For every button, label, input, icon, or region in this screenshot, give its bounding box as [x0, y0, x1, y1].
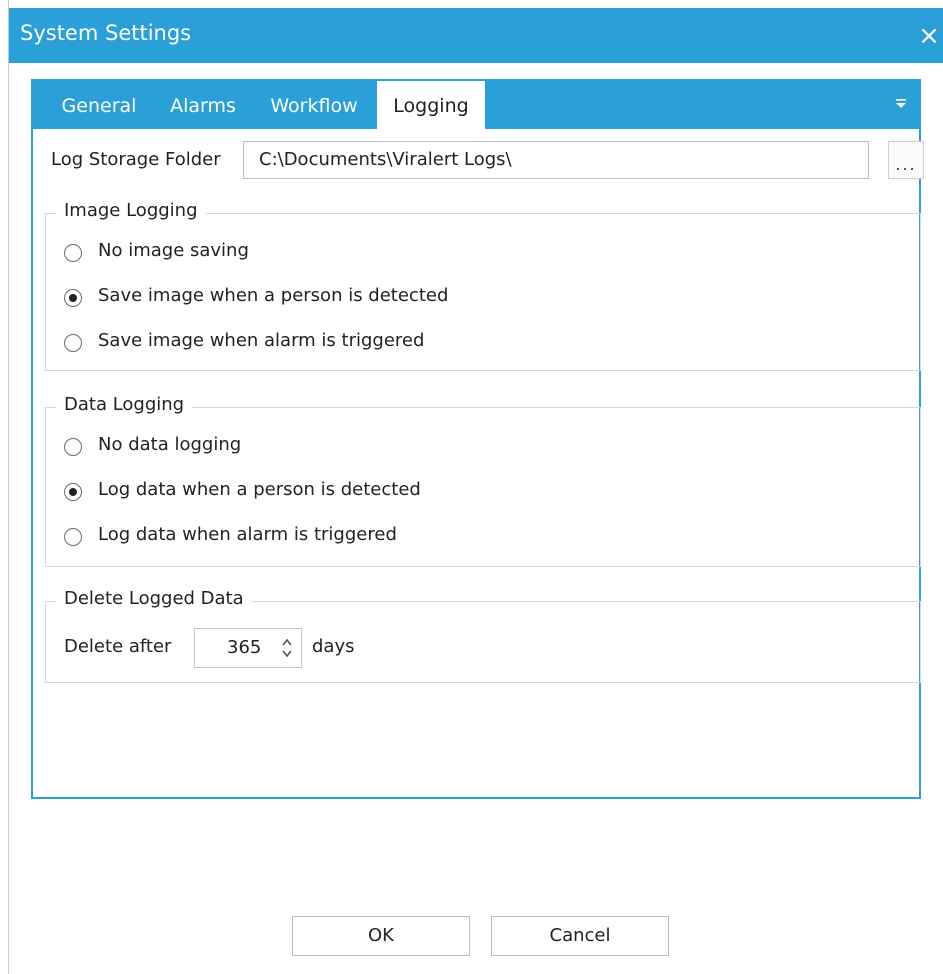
- window-title: System Settings: [20, 21, 192, 45]
- radio-label: Save image when alarm is triggered: [98, 330, 425, 351]
- stepper-arrows-icon[interactable]: [281, 635, 293, 661]
- tab-alarms[interactable]: Alarms: [155, 81, 251, 129]
- tab-control: General Alarms Workflow Logging Log Stor…: [31, 79, 924, 799]
- chevron-down-icon[interactable]: [893, 95, 909, 111]
- radio-button[interactable]: [64, 528, 82, 546]
- radio-label: No image saving: [98, 240, 249, 261]
- radio-selected-dot: [68, 293, 77, 302]
- image-logging-group: Image Logging No image saving Save image…: [45, 200, 921, 371]
- tab-strip: General Alarms Workflow Logging: [33, 81, 919, 129]
- tab-logging[interactable]: Logging: [377, 81, 485, 129]
- radio-button[interactable]: [64, 334, 82, 352]
- log-storage-label: Log Storage Folder: [51, 149, 221, 170]
- title-bar[interactable]: System Settings ×: [9, 8, 943, 63]
- tab-workflow[interactable]: Workflow: [251, 81, 377, 129]
- radio-button[interactable]: [64, 289, 82, 307]
- radio-button[interactable]: [64, 483, 82, 501]
- days-unit-label: days: [312, 636, 355, 657]
- settings-window: System Settings × General Alarms Workflo…: [8, 0, 943, 974]
- close-icon[interactable]: ×: [914, 16, 943, 56]
- delete-after-label: Delete after: [64, 636, 172, 657]
- cancel-button[interactable]: Cancel: [491, 916, 669, 956]
- radio-button[interactable]: [64, 438, 82, 456]
- radio-label: Log data when alarm is triggered: [98, 524, 397, 545]
- radio-label: Save image when a person is detected: [98, 285, 449, 306]
- radio-button[interactable]: [64, 244, 82, 262]
- radio-selected-dot: [68, 487, 77, 496]
- delete-days-value[interactable]: 365: [227, 637, 261, 658]
- delete-logged-data-group: Delete Logged Data Delete after 365 days: [45, 588, 921, 683]
- log-storage-path-input[interactable]: C:\Documents\Viralert Logs\: [243, 141, 869, 179]
- delete-days-stepper[interactable]: 365: [194, 628, 302, 668]
- image-logging-title: Image Logging: [56, 200, 206, 221]
- delete-logged-data-title: Delete Logged Data: [56, 588, 252, 609]
- browse-folder-button[interactable]: ...: [888, 141, 924, 179]
- radio-label: Log data when a person is detected: [98, 479, 421, 500]
- ok-button[interactable]: OK: [292, 916, 470, 956]
- data-logging-title: Data Logging: [56, 394, 193, 415]
- radio-label: No data logging: [98, 434, 242, 455]
- tab-general[interactable]: General: [43, 81, 155, 129]
- data-logging-group: Data Logging No data logging Log data wh…: [45, 394, 921, 567]
